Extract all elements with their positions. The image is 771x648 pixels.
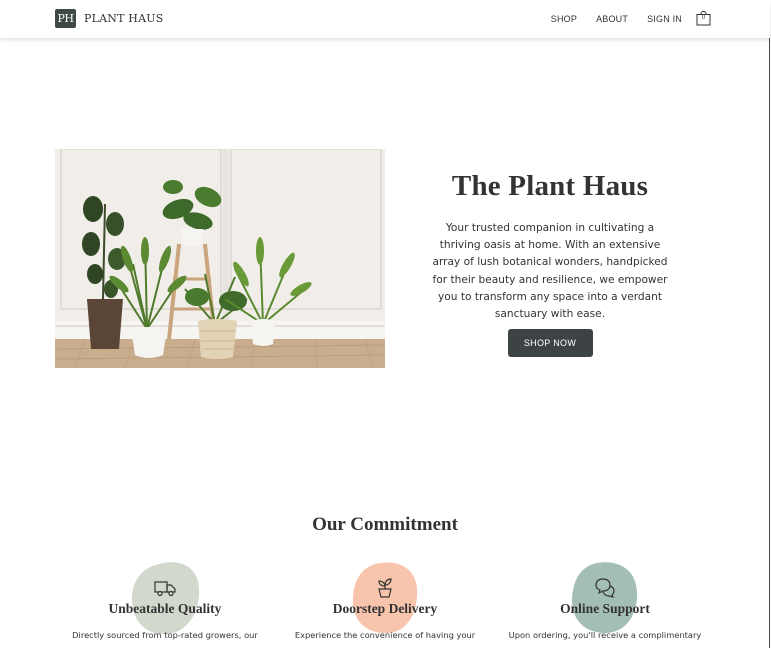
logo-mark: PH	[55, 9, 76, 28]
cart-count: 0	[701, 15, 706, 21]
truck-icon	[154, 581, 176, 597]
hero-content: The Plant Haus Your trusted companion in…	[420, 170, 680, 358]
hero-image	[55, 149, 385, 368]
plant-icon	[378, 578, 392, 598]
nav-sign-in[interactable]: SIGN IN	[647, 14, 682, 24]
cart-button[interactable]: 0	[696, 11, 711, 26]
hero-description: Your trusted companion in cultivating a …	[432, 222, 668, 321]
feature-title: Doorstep Delivery	[332, 601, 438, 616]
feature-description: Upon ordering, you'll receive a complime…	[508, 630, 702, 640]
feature-title: Unbeatable Quality	[108, 601, 222, 616]
feature-description: Directly sourced from top-rated growers,…	[72, 630, 258, 640]
main-nav: SHOP ABOUT SIGN IN 0	[532, 11, 711, 26]
commitment-title: Our Commitment	[312, 514, 458, 535]
feature-title: Online Support	[560, 601, 650, 616]
logo-link[interactable]: PH PLANT HAUS	[55, 9, 163, 28]
page: PH PLANT HAUS SHOP ABOUT SIGN IN 0 The P…	[0, 0, 770, 648]
logo-text: PLANT HAUS	[84, 12, 164, 25]
site-header: PH PLANT HAUS SHOP ABOUT SIGN IN 0	[0, 0, 770, 38]
hero-title: The Plant Haus	[451, 170, 649, 202]
shop-now-button[interactable]: SHOP NOW	[507, 329, 593, 358]
feature-description: Experience the convenience of having you…	[294, 630, 476, 640]
nav-about[interactable]: ABOUT	[596, 14, 628, 24]
chat-icon	[595, 578, 615, 598]
nav-shop[interactable]: SHOP	[551, 14, 577, 24]
